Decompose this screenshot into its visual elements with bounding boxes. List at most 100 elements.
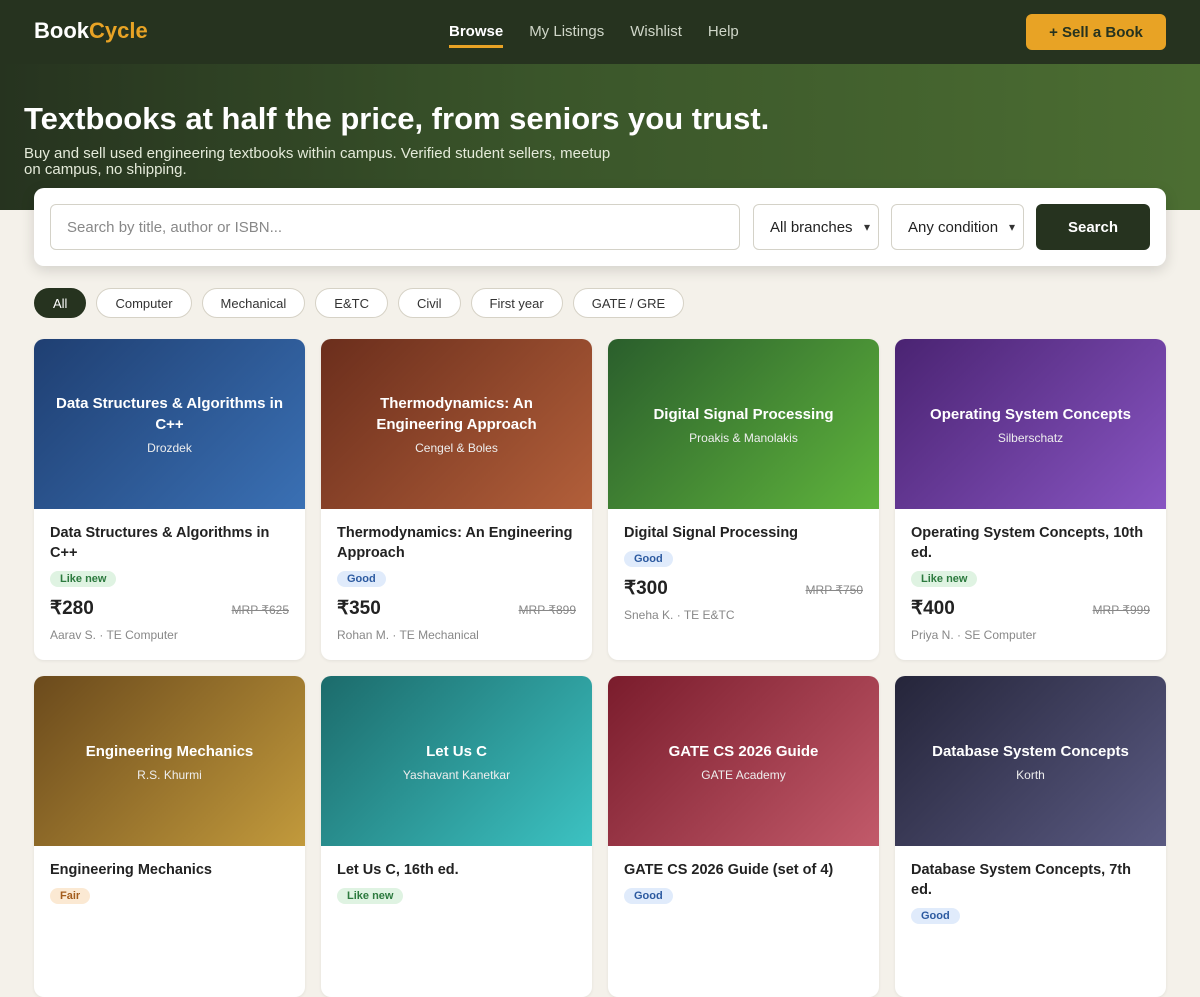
book-card[interactable]: Engineering Mechanics R.S. Khurmi Engine… xyxy=(34,676,305,997)
card-body: Data Structures & Algorithms in C++ Like… xyxy=(34,509,305,656)
nav-wishlist[interactable]: Wishlist xyxy=(630,23,682,48)
chip-mechanical[interactable]: Mechanical xyxy=(201,288,306,318)
book-title: Thermodynamics: An Engineering Approach xyxy=(337,525,573,561)
card-body: GATE CS 2026 Guide (set of 4) Good xyxy=(608,846,879,918)
condition-badge: Good xyxy=(624,551,673,567)
book-title: Database System Concepts, 7th ed. xyxy=(911,862,1131,898)
condition-badge: Like new xyxy=(50,571,117,587)
category-filter-chips: All Computer Mechanical E&TC Civil First… xyxy=(34,288,685,318)
book-card[interactable]: GATE CS 2026 Guide GATE Academy GATE CS … xyxy=(608,676,879,997)
book-card[interactable]: Operating System Concepts Silberschatz O… xyxy=(895,339,1166,660)
cover-title: GATE CS 2026 Guide xyxy=(668,742,819,760)
chip-first-year[interactable]: First year xyxy=(470,288,563,318)
nav-my-listings[interactable]: My Listings xyxy=(529,23,604,48)
mrp: MRP ₹625 xyxy=(231,603,289,617)
cover-author: R.S. Khurmi xyxy=(137,767,202,782)
book-cover: Operating System Concepts Silberschatz xyxy=(895,339,1166,509)
card-body: Engineering Mechanics Fair xyxy=(34,846,305,918)
mrp: MRP ₹899 xyxy=(518,603,576,617)
sell-book-button[interactable]: + Sell a Book xyxy=(1026,14,1166,50)
logo-suffix: Cycle xyxy=(89,18,148,43)
book-card[interactable]: Let Us C Yashavant Kanetkar Let Us C, 16… xyxy=(321,676,592,997)
price: ₹280 xyxy=(50,598,94,619)
cover-title: Thermodynamics: An Engineering Approach xyxy=(376,395,537,433)
search-button[interactable]: Search xyxy=(1036,204,1150,250)
main-nav: Browse My Listings Wishlist Help xyxy=(449,23,739,48)
seller-info: Aarav S. · TE Computer xyxy=(50,628,178,642)
price-row: ₹300 MRP ₹750 xyxy=(624,577,863,600)
cover-author: Silberschatz xyxy=(997,430,1064,445)
condition-select-value: Any condition xyxy=(908,218,999,236)
book-title: GATE CS 2026 Guide (set of 4) xyxy=(624,862,834,878)
cover-author: Proakis & Manolakis xyxy=(689,430,798,445)
price: ₹350 xyxy=(337,598,381,619)
book-cover: GATE CS 2026 Guide GATE Academy xyxy=(608,676,879,846)
chip-civil[interactable]: Civil xyxy=(397,288,461,318)
condition-badge: Good xyxy=(911,908,960,924)
hero-subtitle: Buy and sell used engineering textbooks … xyxy=(24,145,611,178)
condition-badge: Fair xyxy=(50,888,91,904)
cover-author: Drozdek xyxy=(147,441,192,455)
chip-computer[interactable]: Computer xyxy=(96,288,192,318)
book-card[interactable]: Digital Signal Processing Proakis & Mano… xyxy=(608,339,879,660)
book-title: Let Us C, 16th ed. xyxy=(337,862,459,878)
search-panel: All branches ▾ Any condition ▾ Search xyxy=(34,188,1166,266)
condition-badge: Good xyxy=(624,888,673,904)
price: ₹400 xyxy=(911,598,955,619)
price-row: ₹400 MRP ₹999 xyxy=(911,597,1150,620)
price-row: ₹280 MRP ₹625 xyxy=(50,597,289,620)
condition-select[interactable]: Any condition ▾ xyxy=(891,204,1024,250)
branch-select-value: All branches xyxy=(770,218,853,236)
card-body: Let Us C, 16th ed. Like new xyxy=(321,846,592,918)
book-card[interactable]: Thermodynamics: An Engineering Approach … xyxy=(321,339,592,660)
seller-info: Priya N. · SE Computer xyxy=(911,628,1037,642)
cover-title: Digital Signal Processing xyxy=(653,405,834,423)
nav-help[interactable]: Help xyxy=(708,23,739,48)
cover-author: Yashavant Kanetkar xyxy=(402,767,511,782)
book-title: Operating System Concepts, 10th ed. xyxy=(911,525,1144,561)
condition-badge: Like new xyxy=(911,571,978,587)
book-cover: Digital Signal Processing Proakis & Mano… xyxy=(608,339,879,509)
seller-info: Rohan M. · TE Mechanical xyxy=(337,628,479,642)
price: ₹300 xyxy=(624,578,668,599)
card-body: Database System Concepts, 7th ed. Good xyxy=(895,846,1166,938)
hero-title: Textbooks at half the price, from senior… xyxy=(24,101,770,136)
card-body: Digital Signal Processing Good ₹300 MRP … xyxy=(608,509,879,636)
cover-author: Korth xyxy=(1016,767,1045,782)
logo[interactable]: BookCycle xyxy=(34,18,148,44)
nav-browse[interactable]: Browse xyxy=(449,23,504,48)
book-card[interactable]: Data Structures & Algorithms in C++ Droz… xyxy=(34,339,305,660)
chip-etc[interactable]: E&TC xyxy=(315,288,388,318)
top-navbar: BookCycle Browse My Listings Wishlist He… xyxy=(0,0,1200,64)
chevron-down-icon: ▾ xyxy=(1008,220,1015,234)
book-cover: Data Structures & Algorithms in C++ Droz… xyxy=(34,339,305,509)
book-grid: Data Structures & Algorithms in C++ Droz… xyxy=(34,339,1166,997)
cover-title: Data Structures & Algorithms in C++ xyxy=(56,395,283,433)
chip-gate-gre[interactable]: GATE / GRE xyxy=(572,288,685,318)
logo-prefix: Book xyxy=(34,18,89,43)
book-title: Digital Signal Processing xyxy=(624,525,799,541)
branch-select[interactable]: All branches ▾ xyxy=(753,204,879,250)
card-body: Thermodynamics: An Engineering Approach … xyxy=(321,509,592,656)
condition-badge: Good xyxy=(337,571,386,587)
book-cover: Thermodynamics: An Engineering Approach … xyxy=(321,339,592,509)
book-cover: Let Us C Yashavant Kanetkar xyxy=(321,676,592,846)
cover-title: Database System Concepts xyxy=(932,742,1129,760)
cover-title: Engineering Mechanics xyxy=(85,742,254,760)
chip-all[interactable]: All xyxy=(34,288,87,318)
book-cover: Database System Concepts Korth xyxy=(895,676,1166,846)
search-input[interactable] xyxy=(50,204,740,250)
mrp: MRP ₹750 xyxy=(805,583,863,597)
price-row: ₹350 MRP ₹899 xyxy=(337,597,576,620)
cover-author: GATE Academy xyxy=(701,767,786,782)
book-card[interactable]: Database System Concepts Korth Database … xyxy=(895,676,1166,997)
book-title: Engineering Mechanics xyxy=(50,862,212,878)
card-body: Operating System Concepts, 10th ed. Like… xyxy=(895,509,1166,656)
cover-title: Let Us C xyxy=(426,742,487,760)
cover-author: Cengel & Boles xyxy=(415,441,498,455)
chevron-down-icon: ▾ xyxy=(863,220,870,234)
book-title: Data Structures & Algorithms in C++ xyxy=(50,525,270,561)
book-cover: Engineering Mechanics R.S. Khurmi xyxy=(34,676,305,846)
mrp: MRP ₹999 xyxy=(1092,603,1150,617)
condition-badge: Like new xyxy=(337,888,404,904)
